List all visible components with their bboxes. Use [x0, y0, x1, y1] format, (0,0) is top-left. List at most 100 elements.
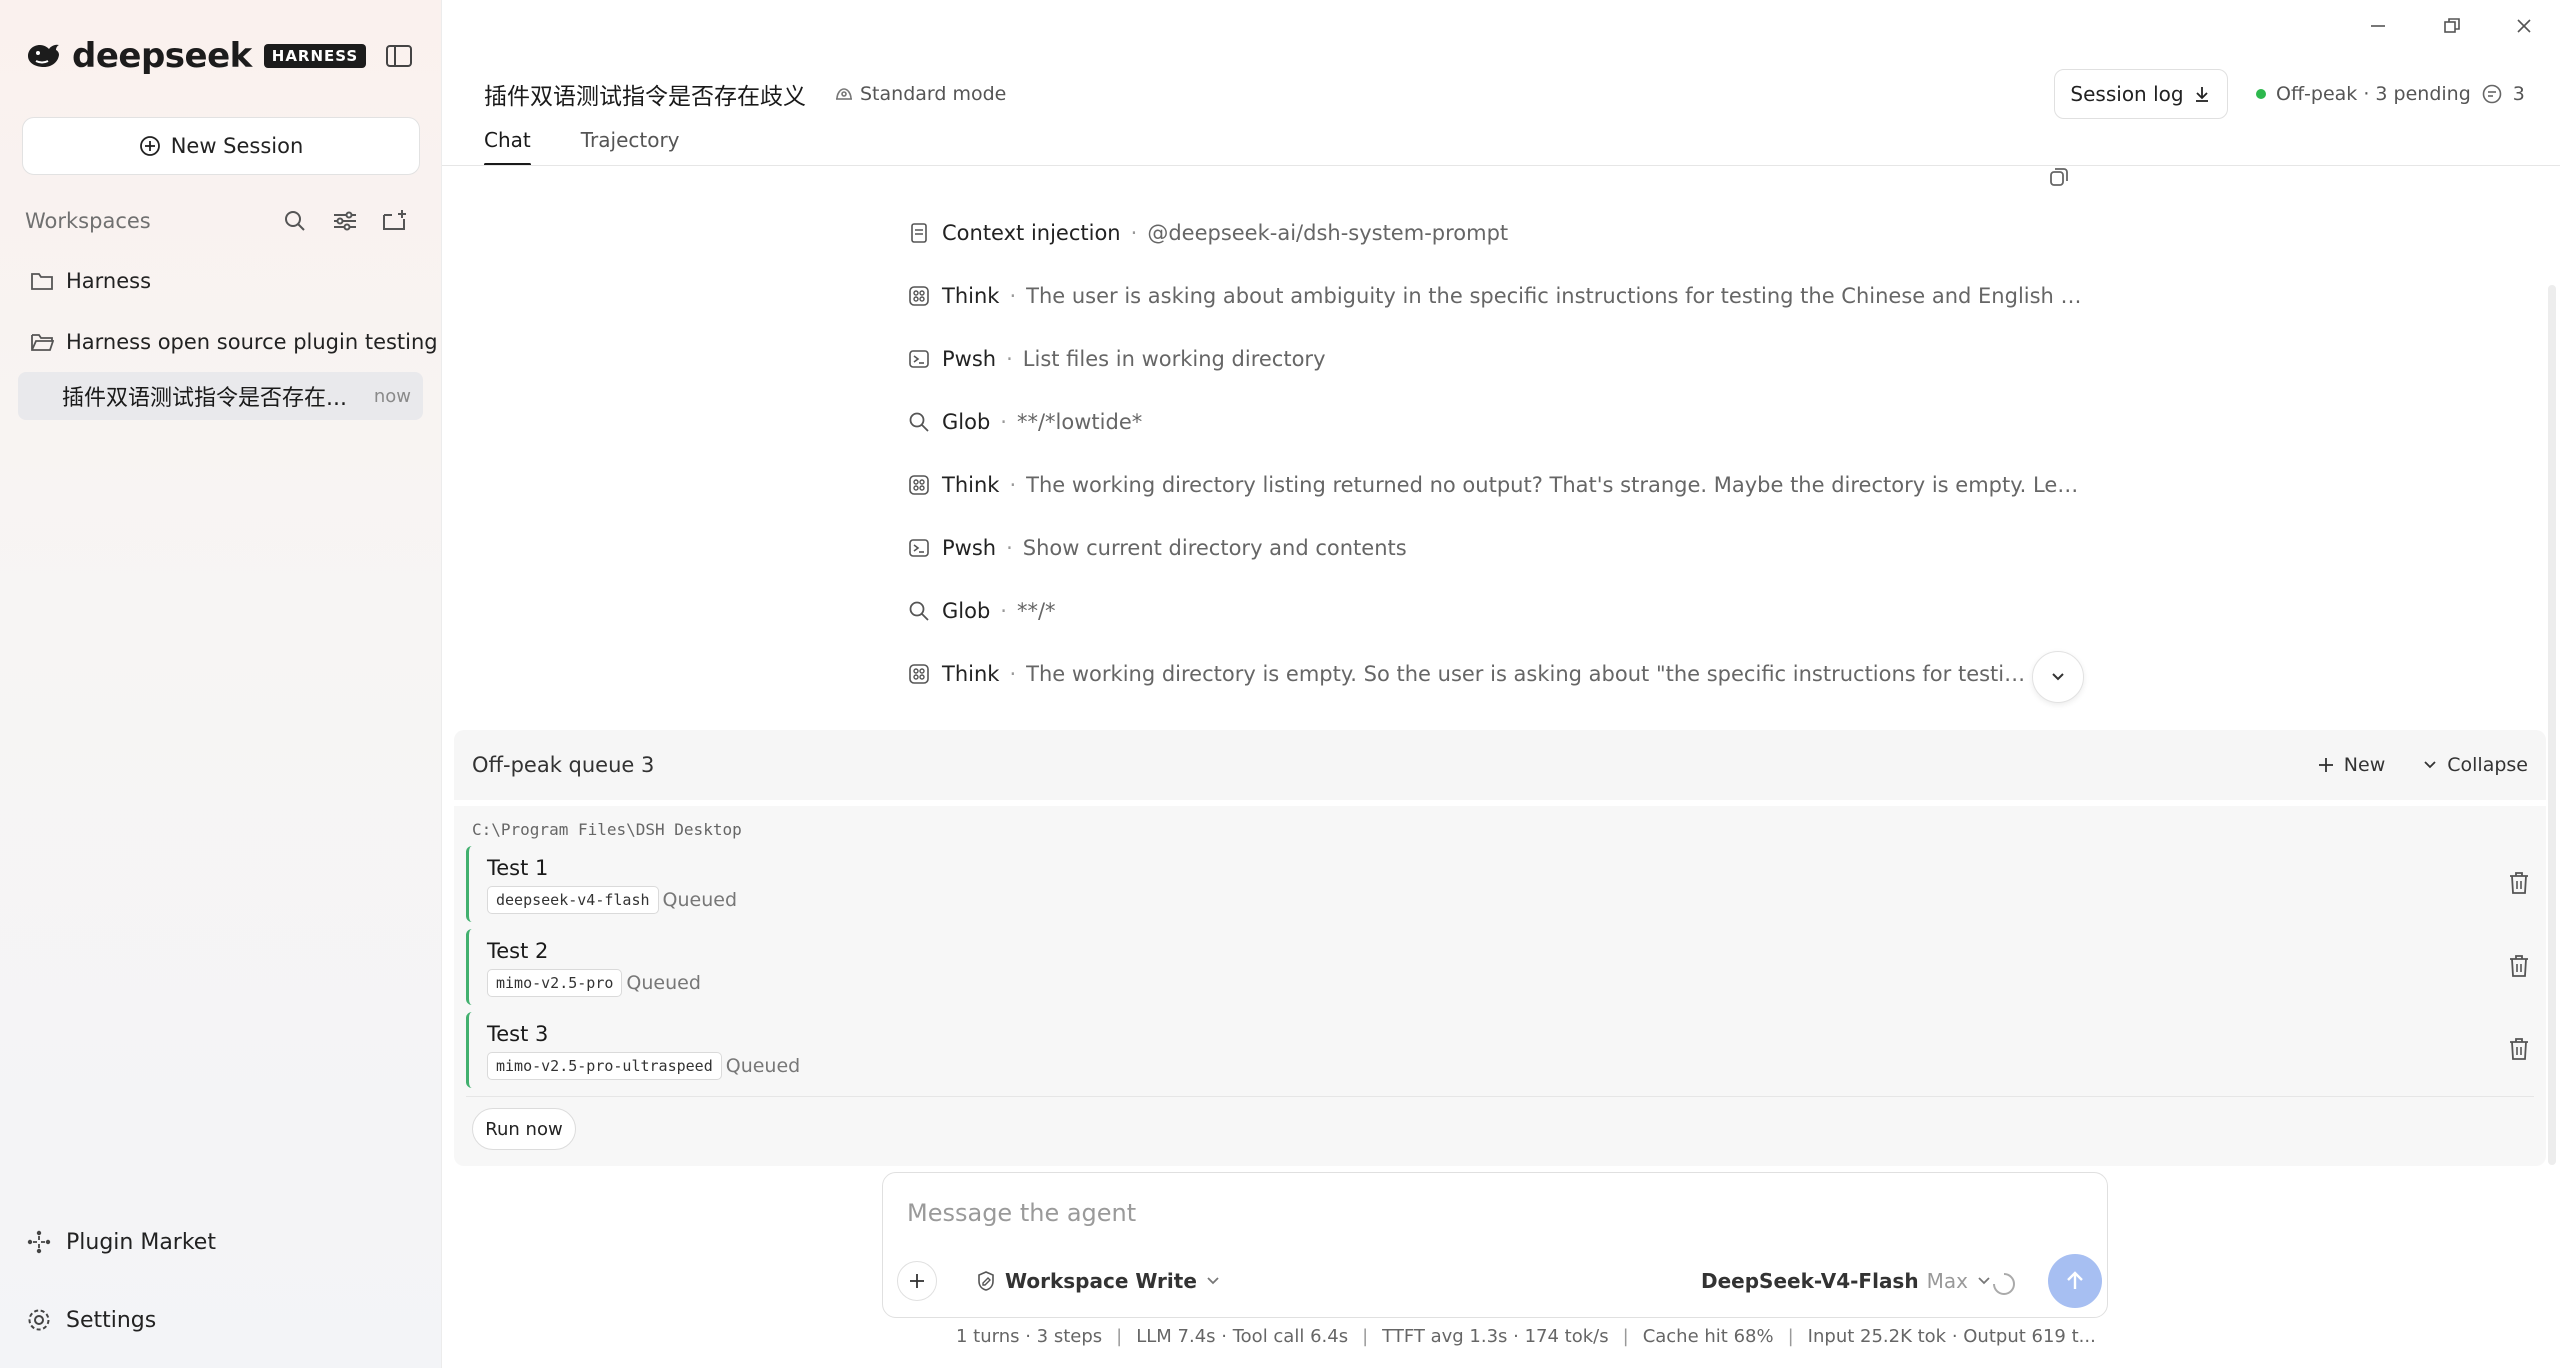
run-now-button[interactable]: Run now — [472, 1108, 576, 1150]
session-item-active[interactable]: 插件双语测试指令是否存在... now — [18, 372, 423, 420]
queue-item-name: Test 3 — [487, 1022, 549, 1046]
session-log-button[interactable]: Session log — [2054, 69, 2228, 119]
new-session-button[interactable]: New Session — [22, 117, 420, 175]
permission-selector[interactable]: Workspace Write — [975, 1269, 1221, 1293]
chevron-down-icon — [2052, 673, 2064, 681]
session-title[interactable]: 插件双语测试指令是否存在歧义 — [484, 77, 806, 111]
step-separator: · — [1000, 599, 1007, 623]
queue-collapse-label: Collapse — [2447, 754, 2528, 776]
step-name: Glob — [942, 599, 991, 623]
queue-new-button[interactable]: New — [2316, 754, 2385, 776]
queue-item[interactable]: Test 1 deepseek-v4-flash Queued — [466, 846, 2534, 922]
message-input[interactable]: Message the agent — [907, 1199, 1136, 1227]
queue-item-name: Test 2 — [487, 939, 549, 963]
logo[interactable]: deepseek HARNESS — [24, 36, 367, 76]
gear-icon — [28, 1309, 50, 1331]
settings-label: Settings — [66, 1307, 157, 1333]
scrollbar[interactable] — [2548, 285, 2556, 1165]
step-description: The working directory is empty. So the u… — [1026, 662, 2037, 686]
tab-chat[interactable]: Chat — [484, 124, 531, 166]
terminal-icon — [908, 348, 930, 370]
trash-icon[interactable] — [2504, 1034, 2534, 1064]
model-tag: deepseek-v4-flash — [487, 886, 659, 914]
scroll-to-bottom-button[interactable] — [2032, 651, 2084, 703]
workspace-item-harness[interactable]: Harness — [30, 264, 151, 298]
queue-item-status: Queued — [662, 889, 738, 911]
step-description: @deepseek-ai/dsh-system-prompt — [1147, 221, 1509, 245]
think-icon — [908, 663, 930, 685]
new-session-label: New Session — [170, 134, 304, 158]
brand-name: deepseek — [72, 36, 252, 76]
add-workspace-button[interactable] — [370, 204, 420, 238]
queue-collapse-button[interactable]: Collapse — [2421, 754, 2528, 776]
queue-title: Off-peak queue 3 — [472, 753, 655, 777]
think-icon — [908, 285, 930, 307]
stat-ttft: TTFT avg 1.3s · 174 tok/s — [1382, 1326, 1609, 1347]
status-label: Off-peak · 3 pending — [2276, 83, 2471, 105]
sidebar: deepseek HARNESS New Session Workspaces — [0, 0, 442, 1368]
queue-item-meta: mimo-v2.5-pro-ultraspeed Queued — [487, 1052, 800, 1080]
plus-icon — [2318, 758, 2333, 772]
step-description: Show current directory and contents — [1022, 536, 1407, 560]
terminal-icon — [908, 537, 930, 559]
queue-item-status: Queued — [725, 1055, 801, 1077]
step-separator: · — [1006, 347, 1013, 371]
step-row[interactable]: Think · The working directory is empty. … — [908, 656, 2036, 692]
plus-icon — [910, 1274, 924, 1288]
step-row[interactable]: Think · The user is asking about ambigui… — [908, 278, 2086, 314]
queue-item[interactable]: Test 3 mimo-v2.5-pro-ultraspeed Queued — [466, 1012, 2534, 1088]
step-name: Think — [942, 473, 1000, 497]
step-description: **/*lowtide* — [1016, 410, 1143, 434]
workspace-search-button[interactable] — [270, 204, 320, 238]
queue-status[interactable]: Off-peak · 3 pending 3 — [2256, 78, 2525, 110]
stat-turns: 1 turns · 3 steps — [956, 1326, 1103, 1347]
search-icon — [908, 600, 930, 622]
close-window-button[interactable] — [2504, 10, 2544, 42]
step-name: Context injection — [942, 221, 1121, 245]
tab-trajectory[interactable]: Trajectory — [581, 124, 680, 166]
stat-separator: | — [1116, 1326, 1123, 1347]
model-selector[interactable]: DeepSeek-V4-Flash Max — [1701, 1269, 1992, 1293]
queue-item-name: Test 1 — [487, 856, 549, 880]
queue-divider — [466, 1096, 2534, 1097]
step-row[interactable]: Pwsh · Show current directory and conten… — [908, 530, 1407, 566]
model-tag: mimo-v2.5-pro-ultraspeed — [487, 1052, 722, 1080]
permission-label: Workspace Write — [1005, 1269, 1197, 1293]
settings-link[interactable]: Settings — [26, 1302, 156, 1338]
workspace-item-plugin-testing[interactable]: Harness open source plugin testing — [30, 325, 438, 359]
sidebar-toggle-icon[interactable] — [384, 42, 414, 70]
shield-edit-icon — [978, 1271, 994, 1291]
step-row[interactable]: Glob · **/*lowtide* — [908, 404, 1142, 440]
workspaces-label: Workspaces — [25, 209, 151, 233]
step-row[interactable]: Glob · **/* — [908, 593, 1056, 629]
workspaces-header: Workspaces — [25, 204, 420, 238]
plugin-icon — [27, 1230, 51, 1254]
stat-timing: LLM 7.4s · Tool call 6.4s — [1136, 1326, 1349, 1347]
queue-item-meta: mimo-v2.5-pro Queued — [487, 969, 701, 997]
message-composer: Message the agent Workspace Write DeepSe… — [882, 1172, 2108, 1318]
trash-icon[interactable] — [2504, 868, 2534, 898]
attach-button[interactable] — [897, 1261, 937, 1301]
folder-plus-icon — [383, 210, 406, 230]
copy-icon[interactable] — [2046, 164, 2072, 190]
queue-item-status: Queued — [626, 972, 701, 994]
step-row[interactable]: Context injection · @deepseek-ai/dsh-sys… — [908, 215, 1508, 251]
minimize-button[interactable] — [2358, 10, 2398, 42]
plugin-market-link[interactable]: Plugin Market — [26, 1224, 216, 1260]
plugin-market-label: Plugin Market — [66, 1229, 216, 1255]
offpeak-queue-list: C:\Program Files\DSH Desktop Test 1 deep… — [454, 806, 2546, 1166]
step-row[interactable]: Pwsh · List files in working directory — [908, 341, 1326, 377]
minimize-icon — [2371, 25, 2385, 27]
queue-item[interactable]: Test 2 mimo-v2.5-pro Queued — [466, 929, 2534, 1005]
step-name: Glob — [942, 410, 991, 434]
session-item-title: 插件双语测试指令是否存在... — [62, 386, 347, 411]
workspace-filter-button[interactable] — [320, 204, 370, 238]
step-row[interactable]: Think · The working directory listing re… — [908, 467, 2086, 503]
mode-icon — [836, 88, 852, 100]
trash-icon[interactable] — [2504, 951, 2534, 981]
mode-indicator[interactable]: Standard mode — [834, 83, 1006, 105]
restore-button[interactable] — [2432, 10, 2472, 42]
session-header: 插件双语测试指令是否存在歧义 Standard mode — [484, 76, 1006, 112]
session-stats: 1 turns · 3 steps | LLM 7.4s · Tool call… — [956, 1326, 2096, 1347]
send-button[interactable] — [2048, 1254, 2102, 1308]
